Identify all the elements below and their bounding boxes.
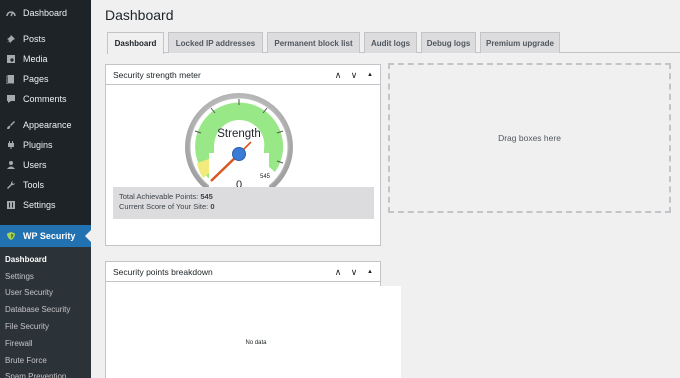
tab-bar: Dashboard Locked IP addresses Permanent …: [107, 32, 680, 54]
tab-dashboard[interactable]: Dashboard: [107, 32, 164, 54]
sidebar-item-appearance[interactable]: Appearance: [0, 115, 91, 135]
current-score-label: Current Score of Your Site:: [119, 202, 209, 211]
submenu-item-user-security[interactable]: User Security: [0, 285, 91, 302]
settings-icon: [5, 200, 16, 211]
gauge-label: Strength: [217, 128, 260, 140]
sidebar-item-tools[interactable]: Tools: [0, 175, 91, 195]
points-summary: Total Achievable Points: 545 Current Sco…: [113, 187, 374, 219]
current-score-value: 0: [210, 202, 215, 211]
postbox-controls: ∧ ∨ ▲: [332, 65, 376, 85]
sidebar-item-plugins[interactable]: Plugins: [0, 135, 91, 155]
postbox-title: Security points breakdown: [113, 266, 213, 277]
move-down-button[interactable]: ∨: [348, 70, 360, 81]
sidebar-item-label: Comments: [23, 94, 67, 104]
tab-locked-ip-addresses[interactable]: Locked IP addresses: [168, 32, 263, 53]
tab-permanent-block-list[interactable]: Permanent block list: [267, 32, 360, 53]
toggle-panel-button[interactable]: ▲: [364, 269, 376, 275]
page-title: Dashboard: [105, 7, 174, 23]
plugin-icon: [5, 140, 16, 151]
submenu-item-spam-prevention[interactable]: Spam Prevention: [0, 369, 91, 378]
total-points-line: Total Achievable Points: 545: [119, 192, 368, 202]
submenu-item-file-security[interactable]: File Security: [0, 318, 91, 335]
sidebar-item-label: WP Security: [23, 231, 76, 241]
drag-boxes-dropzone[interactable]: Drag boxes here: [388, 63, 671, 213]
breakdown-chart-area: No data: [111, 286, 401, 378]
sidebar-item-label: Users: [23, 160, 47, 170]
gauge-hub: [232, 147, 246, 161]
move-up-button[interactable]: ∧: [332, 267, 344, 278]
move-down-button[interactable]: ∨: [348, 267, 360, 278]
shield-icon: [5, 231, 16, 242]
security-strength-meter-box: Security strength meter ∧ ∨ ▲ Strength 0…: [105, 64, 381, 246]
pages-icon: [5, 74, 16, 85]
media-icon: [5, 54, 16, 65]
sidebar-item-label: Settings: [23, 200, 56, 210]
sidebar-item-media[interactable]: Media: [0, 49, 91, 69]
admin-sidebar: Dashboard Posts Media Pages Comments App…: [0, 0, 91, 378]
postbox-header: Security points breakdown ∧ ∨ ▲: [106, 262, 380, 282]
sidebar-item-pages[interactable]: Pages: [0, 69, 91, 89]
postbox-title: Security strength meter: [113, 69, 201, 80]
submenu-item-dashboard[interactable]: Dashboard: [0, 251, 91, 268]
comments-icon: [5, 94, 16, 105]
toggle-panel-button[interactable]: ▲: [364, 72, 376, 78]
postbox-controls: ∧ ∨ ▲: [332, 262, 376, 282]
tab-debug-logs[interactable]: Debug logs: [421, 32, 476, 53]
tab-premium-upgrade[interactable]: Premium upgrade: [480, 32, 560, 53]
submenu-item-brute-force[interactable]: Brute Force: [0, 352, 91, 369]
wp-security-submenu: Dashboard Settings User Security Databas…: [0, 247, 91, 378]
sidebar-item-comments[interactable]: Comments: [0, 89, 91, 109]
sidebar-item-label: Plugins: [23, 140, 53, 150]
wrench-icon: [5, 180, 16, 191]
move-up-button[interactable]: ∧: [332, 70, 344, 81]
current-score-line: Current Score of Your Site: 0: [119, 202, 368, 212]
submenu-item-settings[interactable]: Settings: [0, 268, 91, 285]
sidebar-item-label: Posts: [23, 34, 46, 44]
main-content: Dashboard Dashboard Locked IP addresses …: [91, 0, 680, 378]
sidebar-item-users[interactable]: Users: [0, 155, 91, 175]
users-icon: [5, 160, 16, 171]
total-points-value: 545: [200, 192, 213, 201]
sidebar-item-label: Media: [23, 54, 48, 64]
no-data-text: No data: [245, 340, 267, 346]
total-points-label: Total Achievable Points:: [119, 192, 199, 201]
sidebar-item-posts[interactable]: Posts: [0, 29, 91, 49]
submenu-item-firewall[interactable]: Firewall: [0, 335, 91, 352]
dashboard-icon: [5, 8, 16, 19]
dropzone-text: Drag boxes here: [498, 133, 561, 143]
sidebar-item-settings[interactable]: Settings: [0, 195, 91, 215]
sidebar-item-dashboard[interactable]: Dashboard: [0, 3, 91, 23]
gauge-max-value: 545: [260, 174, 271, 180]
sidebar-item-label: Pages: [23, 74, 49, 84]
sidebar-item-label: Tools: [23, 180, 45, 190]
brush-icon: [5, 120, 16, 131]
pushpin-icon: [5, 34, 16, 45]
sidebar-item-label: Dashboard: [23, 8, 68, 18]
tab-audit-logs[interactable]: Audit logs: [364, 32, 417, 53]
submenu-item-database-security[interactable]: Database Security: [0, 301, 91, 318]
postbox-header: Security strength meter ∧ ∨ ▲: [106, 65, 380, 85]
sidebar-item-wp-security[interactable]: WP Security: [0, 225, 91, 247]
sidebar-item-label: Appearance: [23, 120, 72, 130]
